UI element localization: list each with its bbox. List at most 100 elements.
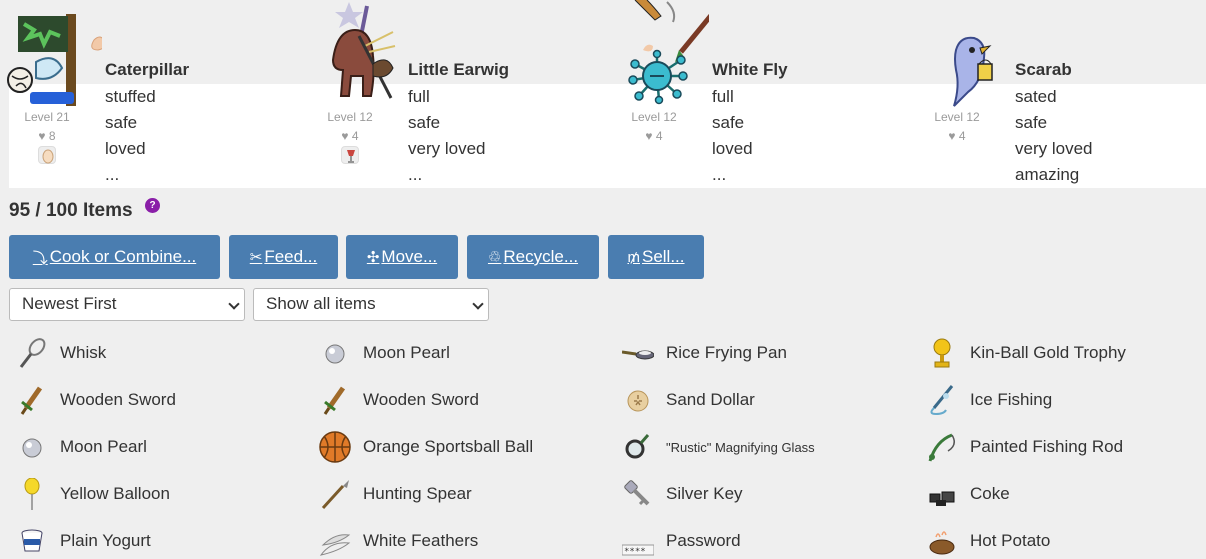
recycle-button[interactable]: ♲ Recycle...: [467, 235, 599, 279]
pet-stat-food: stuffed: [105, 87, 156, 106]
pet-stat-safety: safe: [408, 113, 441, 132]
item-painted-fishing-rod[interactable]: Painted Fishing Rod: [926, 429, 1123, 465]
item-hot-potato[interactable]: Hot Potato: [926, 523, 1050, 559]
move-button[interactable]: ✣ Move...: [346, 235, 458, 279]
basketball-icon: [319, 431, 351, 463]
earwig-pet-icon[interactable]: [309, 0, 405, 112]
white-fly-pet-icon[interactable]: [613, 0, 709, 112]
sort-select[interactable]: Newest First: [9, 288, 245, 321]
pet-name: White Fly: [712, 60, 788, 79]
frying-pan-icon: [622, 337, 654, 369]
button-label: Move...: [381, 247, 438, 266]
password-icon: ****: [622, 525, 654, 557]
whisk-icon: [16, 337, 48, 369]
button-label: Feed...: [264, 247, 318, 266]
pet-name: Little Earwig: [408, 60, 510, 79]
pet-stat-love: loved: [105, 139, 146, 158]
item-label: Moon Pearl: [363, 343, 450, 362]
pet-stat-safety: safe: [1015, 113, 1048, 132]
item-kin-ball-gold-trophy[interactable]: Kin-Ball Gold Trophy: [926, 335, 1126, 371]
pet-card-white-fly[interactable]: Level 12 ♥ 4 White Fly full safe loved .…: [613, 0, 913, 190]
magnifying-glass-icon: [622, 431, 654, 463]
item-silver-key[interactable]: Silver Key: [622, 476, 743, 512]
item-password[interactable]: **** Password: [622, 523, 741, 559]
pearl-icon: [16, 431, 48, 463]
button-label: Sell...: [641, 247, 685, 266]
pet-name: Caterpillar: [105, 60, 190, 79]
item-hunting-spear[interactable]: Hunting Spear: [319, 476, 472, 512]
pet-hearts: ♥ 4: [948, 129, 966, 143]
pearl-icon: [319, 337, 351, 369]
move-arrows-icon: ✣: [366, 249, 380, 266]
item-rustic-magnifying-glass[interactable]: "Rustic" Magnifying Glass: [622, 429, 815, 465]
sell-button[interactable]: ₥ Sell...: [608, 235, 704, 279]
item-orange-sportsball-ball[interactable]: Orange Sportsball Ball: [319, 429, 533, 465]
item-label: "Rustic" Magnifying Glass: [666, 439, 815, 455]
chevron-down-icon: [228, 298, 240, 310]
pet-stat-safety: safe: [105, 113, 138, 132]
egg-equipment-icon[interactable]: [38, 146, 56, 164]
item-label: Hunting Spear: [363, 484, 472, 503]
item-wooden-sword[interactable]: Wooden Sword: [16, 382, 176, 418]
pet-card-caterpillar[interactable]: Level 21 ♥ 8 Caterpillar stuffed safe lo…: [6, 0, 306, 190]
cook-or-combine-button[interactable]: ⤵ Cook or Combine...: [9, 235, 220, 279]
item-label: Ice Fishing: [970, 390, 1053, 409]
chevron-down-icon: [472, 298, 484, 310]
scarab-pet-icon[interactable]: [916, 0, 1012, 112]
pet-stat-love: very loved: [1015, 139, 1093, 158]
item-label: Rice Frying Pan: [666, 343, 787, 362]
svg-text:****: ****: [624, 547, 646, 557]
item-moon-pearl[interactable]: Moon Pearl: [16, 429, 147, 465]
pet-level: Level 12: [934, 110, 980, 124]
pet-card-little-earwig[interactable]: Level 12 ♥ 4 Little Earwig full safe ver…: [309, 0, 609, 190]
help-icon[interactable]: ?: [145, 198, 160, 213]
item-label: Sand Dollar: [666, 390, 755, 409]
item-rice-frying-pan[interactable]: Rice Frying Pan: [622, 335, 787, 371]
item-label: Hot Potato: [970, 531, 1051, 550]
recycle-icon: ♲: [487, 249, 502, 266]
item-whisk[interactable]: Whisk: [16, 335, 106, 371]
caterpillar-pet-icon[interactable]: [6, 0, 102, 112]
yogurt-icon: [16, 525, 48, 557]
item-moon-pearl[interactable]: Moon Pearl: [319, 335, 450, 371]
item-white-feathers[interactable]: White Feathers: [319, 523, 478, 559]
filter-select[interactable]: Show all items: [253, 288, 489, 321]
goblet-equipment-icon[interactable]: [341, 146, 359, 164]
item-label: Whisk: [60, 343, 107, 362]
item-sand-dollar[interactable]: Sand Dollar: [622, 382, 755, 418]
balloon-icon: [16, 478, 48, 510]
filter-select-value: Show all items: [266, 294, 376, 313]
pet-stat-more: ...: [408, 165, 423, 184]
pet-stat-love: loved: [712, 139, 753, 158]
moneys-icon: ₥: [627, 248, 640, 266]
fork-knife-icon: ✂: [249, 249, 263, 266]
item-label: Plain Yogurt: [60, 531, 151, 550]
item-label: Password: [666, 531, 741, 550]
ice-fishing-icon: [926, 384, 958, 416]
button-label: Recycle...: [503, 247, 579, 266]
item-label: Wooden Sword: [60, 390, 176, 409]
item-plain-yogurt[interactable]: Plain Yogurt: [16, 523, 151, 559]
items-count: 95 / 100 Items: [9, 200, 133, 221]
feathers-icon: [319, 525, 351, 557]
trophy-icon: [926, 337, 958, 369]
pet-stat-esteem: amazing: [1015, 165, 1080, 184]
item-label: Moon Pearl: [60, 437, 147, 456]
sort-select-value: Newest First: [22, 294, 117, 313]
item-yellow-balloon[interactable]: Yellow Balloon: [16, 476, 170, 512]
item-label: White Feathers: [363, 531, 479, 550]
item-wooden-sword[interactable]: Wooden Sword: [319, 382, 479, 418]
fishing-rod-icon: [926, 431, 958, 463]
item-label: Yellow Balloon: [60, 484, 170, 503]
item-label: Kin-Ball Gold Trophy: [970, 343, 1126, 362]
sand-dollar-icon: [622, 384, 654, 416]
pet-stat-food: full: [408, 87, 430, 106]
potato-icon: [926, 525, 958, 557]
item-ice-fishing[interactable]: Ice Fishing: [926, 382, 1052, 418]
feed-button[interactable]: ✂ Feed...: [229, 235, 338, 279]
pet-hearts: ♥ 4: [645, 129, 663, 143]
key-icon: [622, 478, 654, 510]
item-coke[interactable]: Coke: [926, 476, 1010, 512]
pet-level: Level 21: [24, 110, 70, 124]
pet-card-scarab[interactable]: Level 12 ♥ 4 Scarab sated safe very love…: [916, 0, 1206, 190]
